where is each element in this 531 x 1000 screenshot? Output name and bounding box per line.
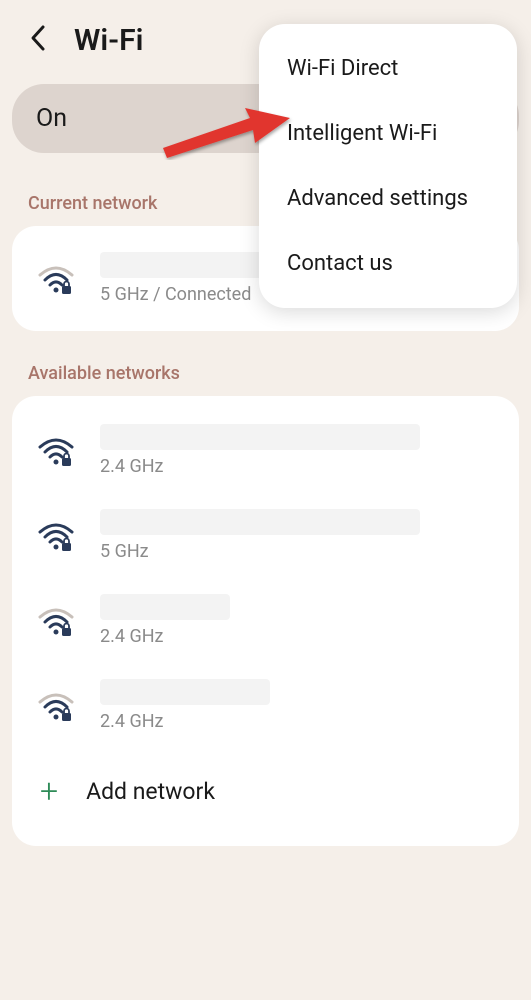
available-networks-card: 2.4 GHz 5 GHz <box>12 396 519 846</box>
network-subtitle: 2.4 GHz <box>100 626 495 647</box>
available-networks-label: Available networks <box>0 363 531 396</box>
network-subtitle: 2.4 GHz <box>100 711 495 732</box>
network-subtitle: 5 GHz <box>100 541 495 562</box>
wifi-lock-icon <box>36 605 76 637</box>
add-network-label: Add network <box>86 778 215 805</box>
plus-icon: + <box>40 772 58 810</box>
network-info: 2.4 GHz <box>100 679 495 732</box>
back-button[interactable] <box>24 20 50 60</box>
menu-item-intelligent-wifi[interactable]: Intelligent Wi-Fi <box>259 101 517 166</box>
network-name-redacted <box>100 679 270 705</box>
chevron-left-icon <box>28 24 46 52</box>
wifi-lock-icon <box>36 520 76 552</box>
wifi-lock-icon <box>36 435 76 467</box>
available-network-item[interactable]: 2.4 GHz <box>12 578 519 663</box>
wifi-lock-icon <box>36 690 76 722</box>
available-network-item[interactable]: 2.4 GHz <box>12 408 519 493</box>
network-name-redacted <box>100 594 230 620</box>
menu-item-advanced-settings[interactable]: Advanced settings <box>259 166 517 231</box>
menu-item-contact-us[interactable]: Contact us <box>259 231 517 296</box>
network-name-redacted <box>100 509 420 535</box>
toggle-label: On <box>36 104 67 133</box>
network-subtitle: 2.4 GHz <box>100 456 495 477</box>
available-network-item[interactable]: 5 GHz <box>12 493 519 578</box>
add-network-button[interactable]: + Add network <box>12 748 519 834</box>
network-name-redacted <box>100 252 270 278</box>
overflow-menu: Wi-Fi Direct Intelligent Wi-Fi Advanced … <box>259 24 517 308</box>
network-name-redacted <box>100 424 420 450</box>
page-title: Wi-Fi <box>74 23 143 58</box>
network-info: 2.4 GHz <box>100 594 495 647</box>
available-network-item[interactable]: 2.4 GHz <box>12 663 519 748</box>
network-info: 5 GHz <box>100 509 495 562</box>
wifi-lock-icon <box>36 263 76 295</box>
network-info: 2.4 GHz <box>100 424 495 477</box>
menu-item-wifi-direct[interactable]: Wi-Fi Direct <box>259 36 517 101</box>
